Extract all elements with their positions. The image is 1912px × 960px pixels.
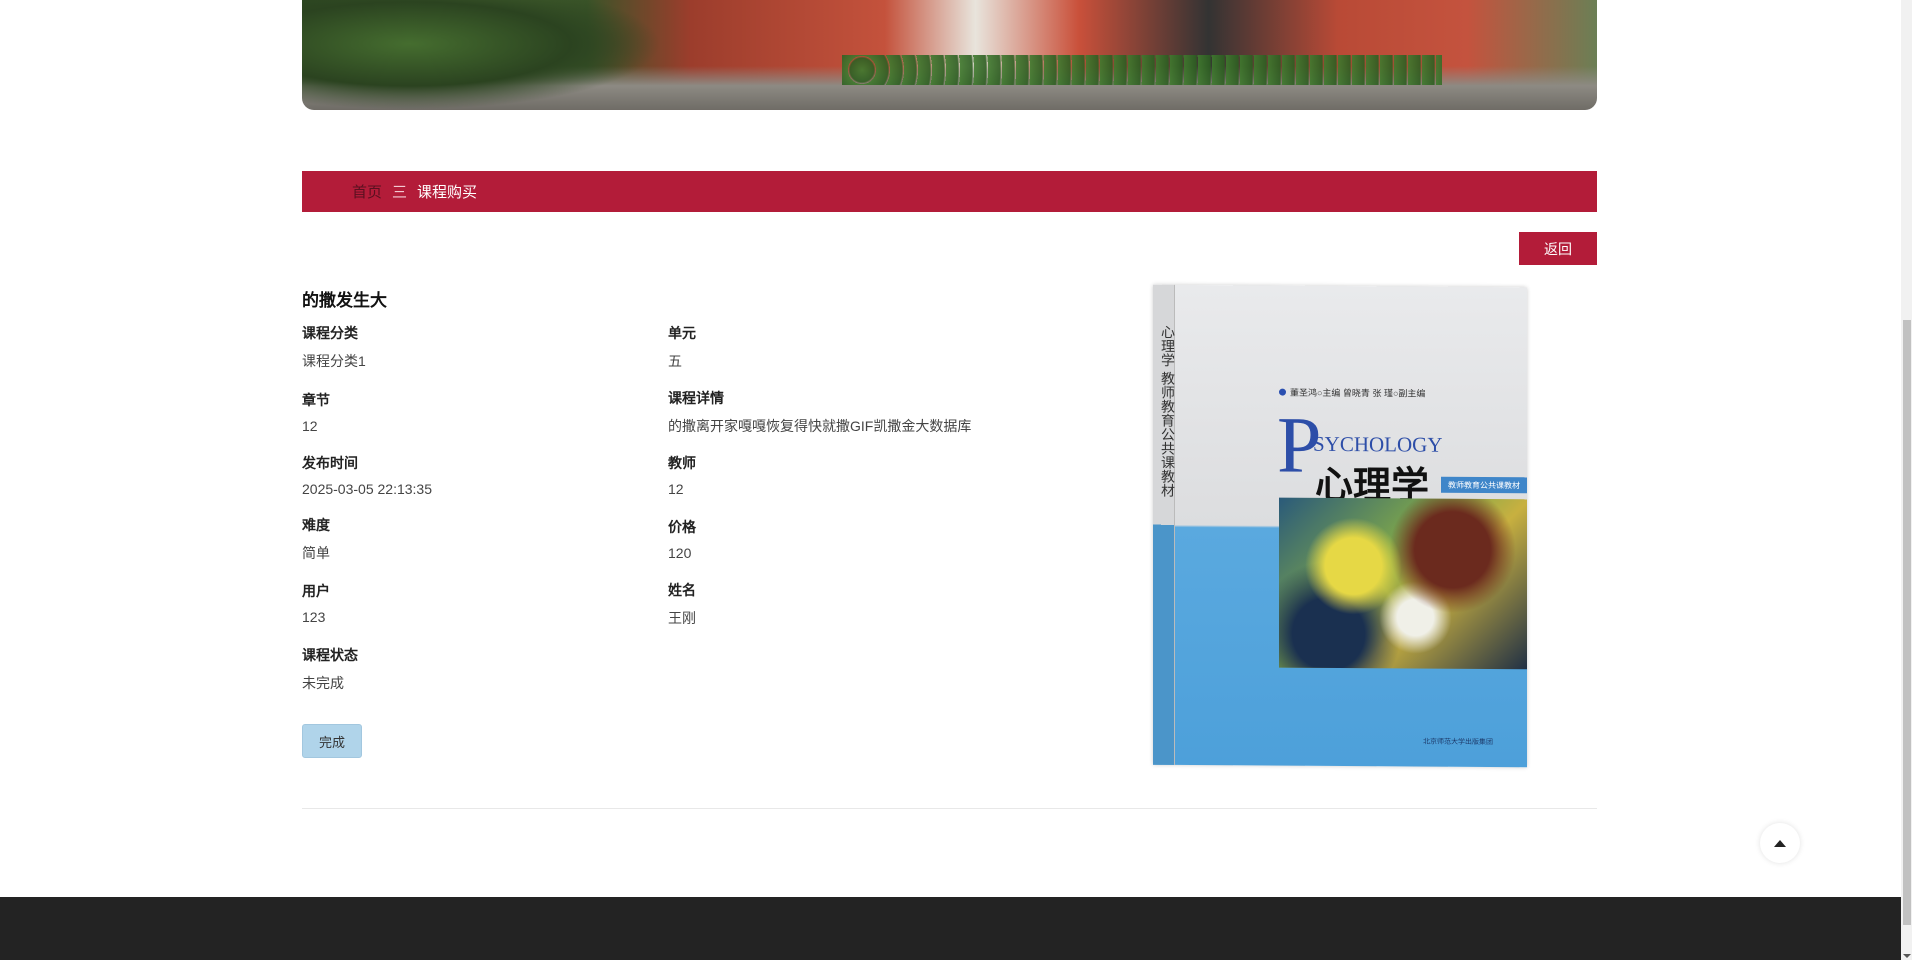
scroll-down-arrow-icon[interactable]: [1903, 954, 1911, 958]
field-label: 难度: [302, 517, 330, 533]
field-label: 用户: [302, 583, 330, 599]
course-cover-image: 心理学 教师教育公共课教材 董圣鸿○主编 曾晓青 张 瑾○副主编 P SYCHO…: [1153, 284, 1527, 768]
course-title: 的撒发生大: [302, 291, 387, 310]
breadcrumb-home-link[interactable]: 首页: [352, 181, 382, 202]
scrollbar[interactable]: [1901, 0, 1912, 960]
field-label: 教师: [668, 455, 696, 471]
field-user: 用户 123: [302, 581, 330, 625]
field-difficulty: 难度 简单: [302, 515, 330, 563]
campus-banner-image: [302, 0, 1597, 110]
footer: [0, 897, 1901, 960]
field-label: 课程详情: [668, 390, 724, 406]
field-label: 姓名: [668, 582, 696, 598]
field-status: 课程状态 未完成: [302, 645, 358, 693]
cover-artwork: [1279, 497, 1527, 670]
breadcrumb-separator: 三: [392, 184, 408, 201]
field-value: 课程分类1: [302, 353, 366, 369]
field-value: 12: [668, 481, 684, 497]
field-label: 价格: [668, 519, 696, 535]
field-teacher: 教师 12: [668, 453, 696, 497]
field-value: 120: [668, 545, 692, 561]
field-name: 姓名 王刚: [668, 580, 696, 628]
field-value: 12: [302, 418, 318, 434]
divider: [302, 808, 1597, 809]
field-value: 123: [302, 609, 326, 625]
field-label: 发布时间: [302, 455, 358, 471]
field-category: 课程分类课程分类1: [302, 323, 366, 371]
field-label: 章节: [302, 392, 330, 408]
field-details: 课程详情的撒离开家嘎嘎恢复得快就撒GIF凯撒金大数据库: [668, 388, 971, 436]
field-value: 未完成: [302, 675, 344, 691]
complete-button[interactable]: 完成: [302, 724, 362, 758]
field-label: 单元: [668, 325, 696, 341]
field-label: 课程状态: [302, 647, 358, 663]
field-chapter: 章节 12: [302, 390, 330, 434]
breadcrumb-current: 课程购买: [417, 184, 478, 201]
field-value: 的撒离开家嘎嘎恢复得快就撒GIF凯撒金大数据库: [668, 418, 972, 434]
field-price: 价格 120: [668, 517, 696, 561]
triangle-up-icon: [1774, 839, 1786, 847]
cover-publisher: 北京师范大学出版集团: [1423, 738, 1493, 747]
cover-authors: 董圣鸿○主编 曾晓青 张 瑾○副主编: [1279, 386, 1425, 400]
back-to-top-button[interactable]: [1760, 823, 1800, 863]
field-unit: 单元五: [668, 323, 696, 371]
breadcrumb: 首页 三 课程购买: [302, 171, 1597, 212]
field-value: 简单: [302, 545, 330, 561]
field-value: 五: [668, 353, 682, 369]
field-publish-time: 发布时间 2025-03-05 22:13:35: [302, 453, 432, 497]
field-label: 课程分类: [302, 325, 358, 341]
cover-tag: 教师教育公共课教材: [1441, 476, 1527, 494]
scrollbar-thumb[interactable]: [1903, 320, 1911, 925]
spine-text: 心理学 教师教育公共课教材: [1159, 324, 1175, 498]
field-value: 2025-03-05 22:13:35: [302, 481, 432, 497]
field-value: 王刚: [668, 610, 696, 626]
back-button[interactable]: 返回: [1519, 232, 1597, 265]
